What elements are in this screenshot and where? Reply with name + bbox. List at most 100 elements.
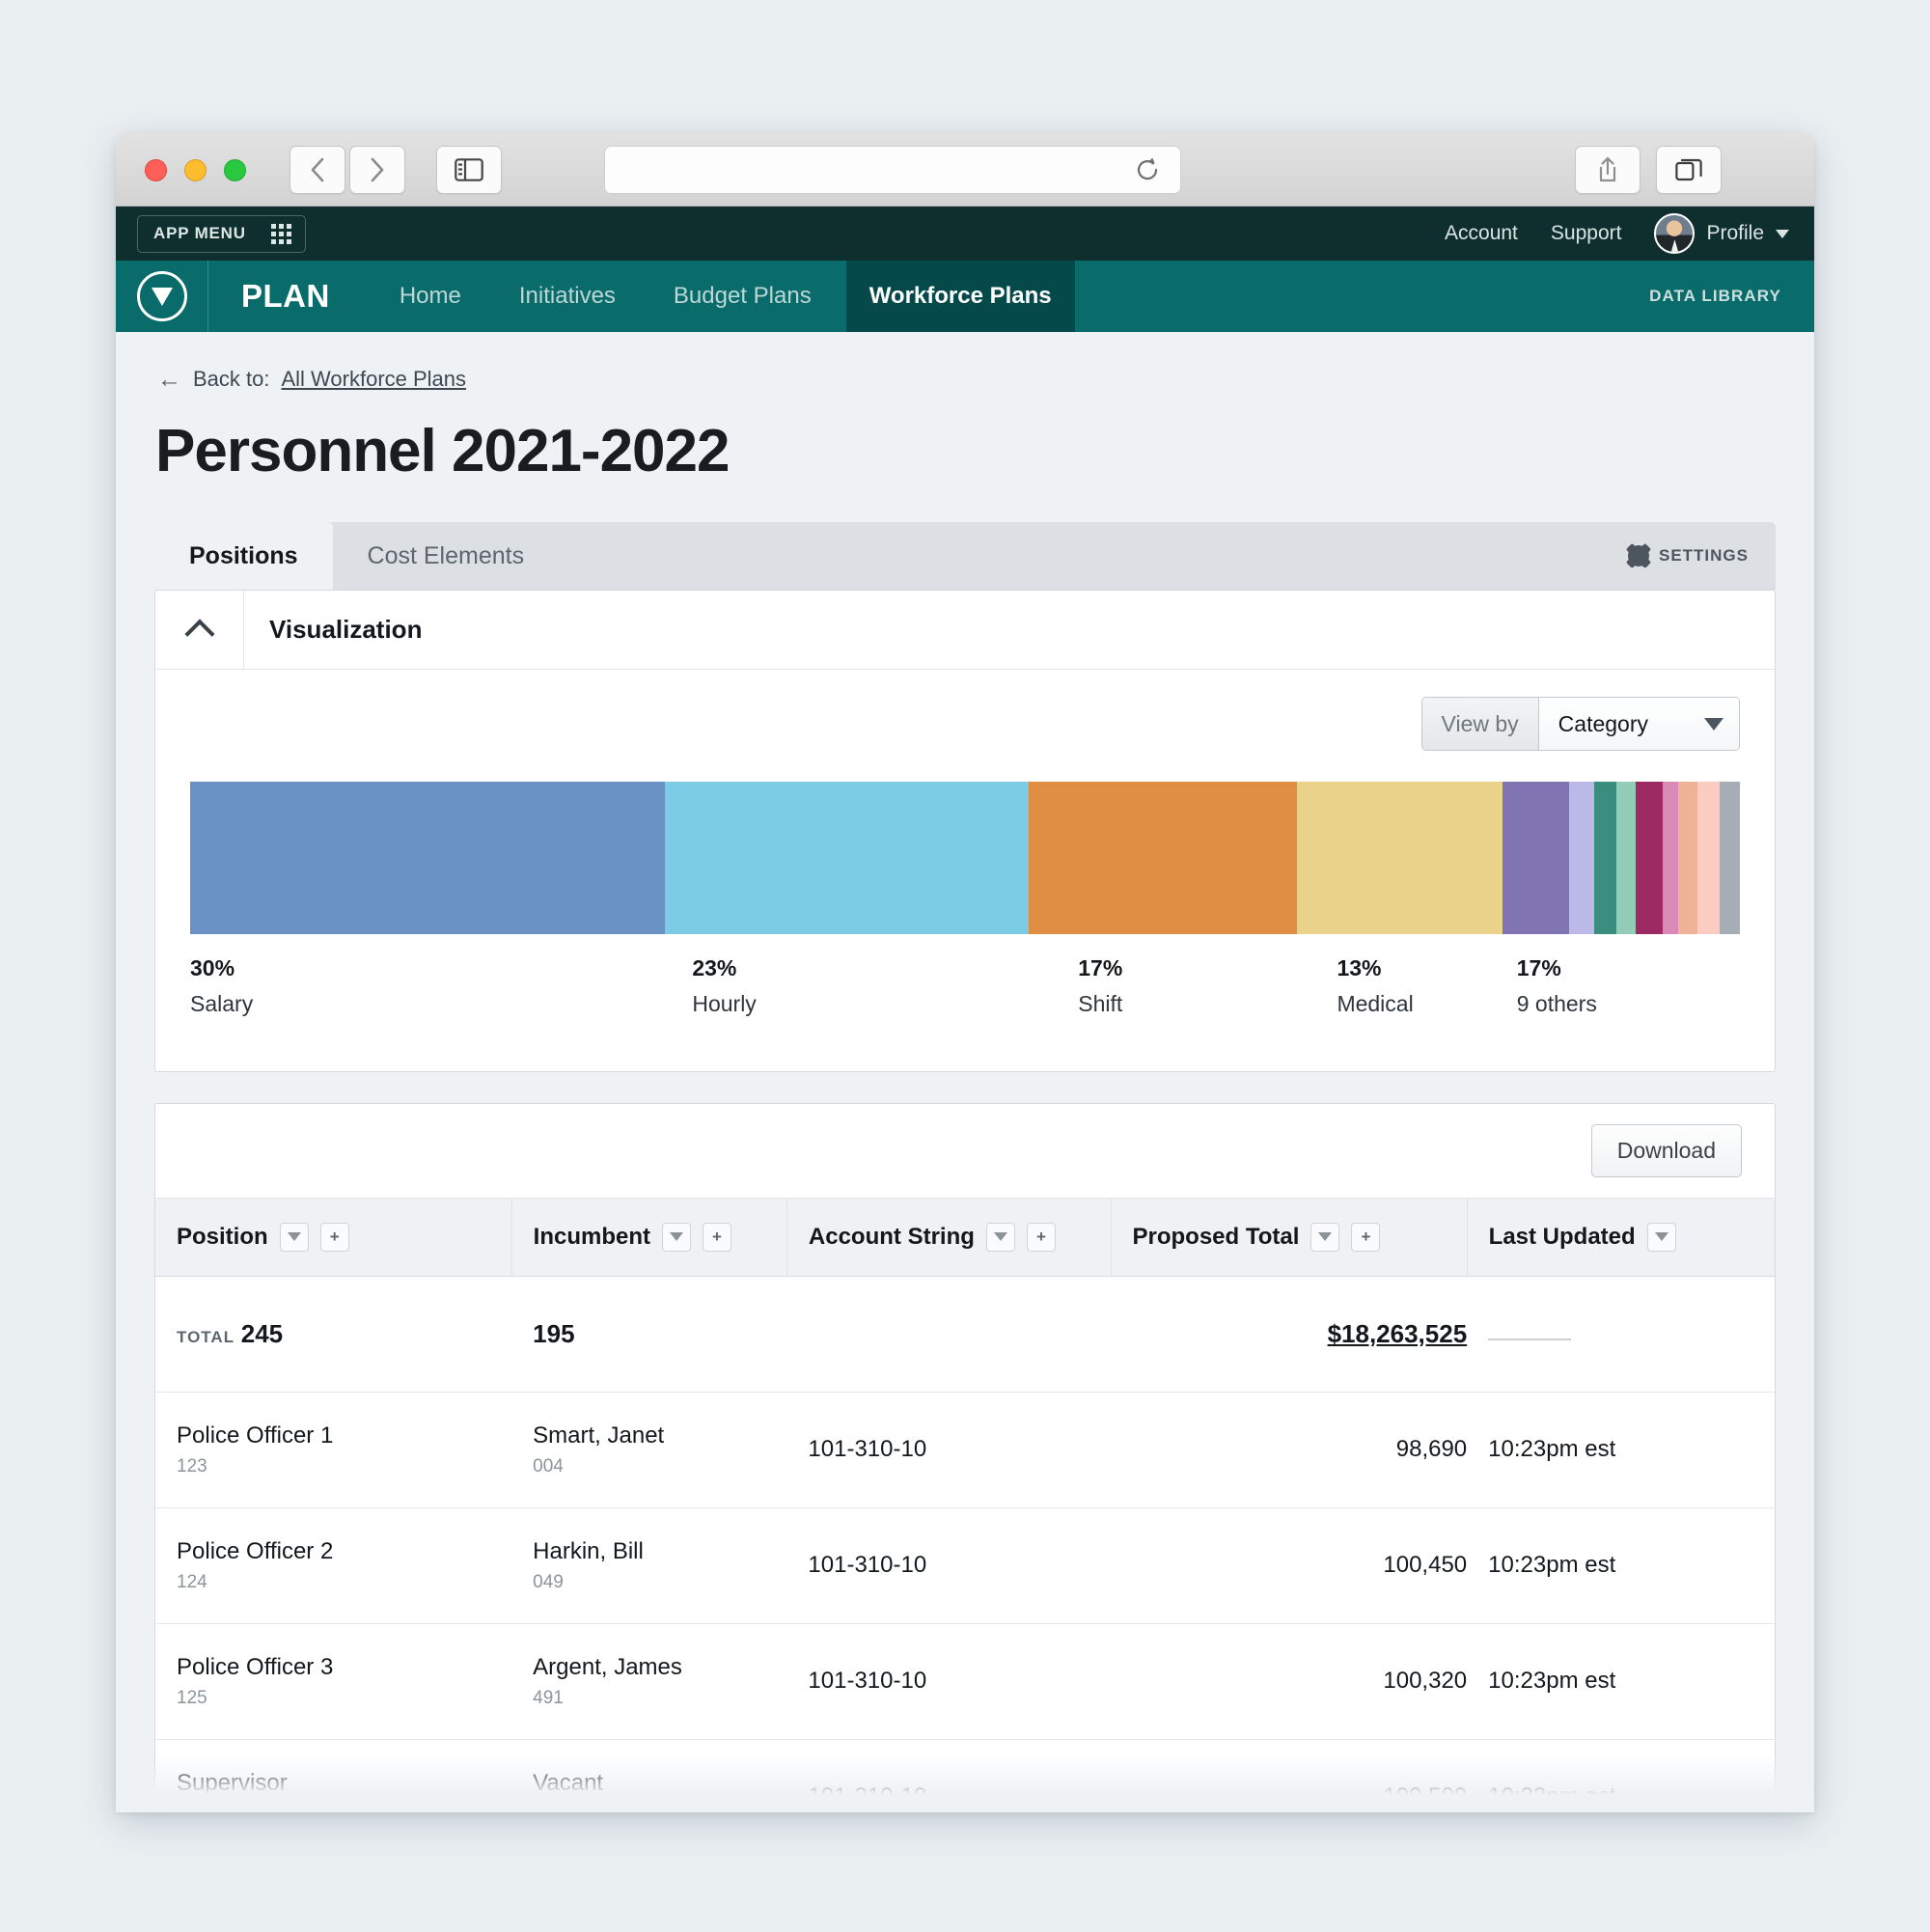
column-last-updated-filter-button[interactable]: [1646, 1222, 1676, 1252]
bar-segment-hourly[interactable]: [664, 782, 1029, 934]
breadcrumb: ← Back to: All Workforce Plans: [154, 332, 1776, 392]
chevron-up-icon: [183, 618, 215, 649]
bar-segment-other-3[interactable]: [1594, 782, 1617, 934]
table-row[interactable]: Supervisor 278 Vacant NA 101-310-10 100,500 10…: [155, 1739, 1775, 1812]
incumbent-name-cell: Harkin, Bill 049: [511, 1507, 787, 1624]
sidebar-toggle-button[interactable]: [436, 146, 502, 194]
column-position[interactable]: Position +: [155, 1199, 512, 1277]
column-incumbent-add-button[interactable]: +: [703, 1222, 731, 1252]
visualization-collapse-button[interactable]: [155, 591, 244, 669]
bar-segment-other-7[interactable]: [1678, 782, 1697, 934]
bar-segment-shift[interactable]: [1028, 782, 1298, 934]
total-position-count: 245: [240, 1318, 284, 1348]
account-link[interactable]: Account: [1445, 222, 1518, 245]
app-menu-button[interactable]: APP MENU: [137, 214, 306, 253]
column-incumbent-filter-button[interactable]: [662, 1222, 691, 1252]
breadcrumb-link[interactable]: All Workforce Plans: [281, 367, 466, 392]
download-button[interactable]: Download: [1590, 1124, 1742, 1177]
maximize-window-button[interactable]: [224, 159, 246, 181]
bar-segment-other-5[interactable]: [1635, 782, 1663, 934]
bar-segment-other-6[interactable]: [1662, 782, 1678, 934]
incumbent-id: 004: [533, 1455, 564, 1477]
column-proposed-total-add-button[interactable]: +: [1351, 1222, 1381, 1252]
column-position-add-button[interactable]: +: [319, 1222, 349, 1252]
table-row[interactable]: Police Officer 3 125 Argent, James 491 101-3…: [155, 1623, 1775, 1740]
table-row[interactable]: Police Officer 1 123 Smart, Janet 004 101-31…: [155, 1392, 1775, 1508]
column-proposed-total[interactable]: Proposed Total +: [1110, 1199, 1468, 1277]
close-window-button[interactable]: [145, 159, 167, 181]
proposed-total: 100,500: [1383, 1783, 1468, 1809]
settings-button[interactable]: SETTINGS: [1627, 522, 1776, 590]
bar-segment-other-2[interactable]: [1568, 782, 1595, 934]
incumbent-name-cell: Argent, James 491: [511, 1623, 787, 1740]
visualization-title: Visualization: [269, 615, 423, 644]
chevron-left-icon: [311, 157, 324, 182]
stacked-bar-chart[interactable]: [190, 782, 1740, 934]
legend-item-hourly: 23% Hourly: [692, 955, 756, 1017]
incumbent-id: NA: [533, 1804, 786, 1813]
reload-icon[interactable]: [1134, 156, 1161, 183]
table-toolbar: Download: [155, 1104, 1775, 1199]
position-name: Police Officer 2: [177, 1537, 334, 1564]
position-name: Police Officer 1: [177, 1421, 334, 1449]
last-updated-cell: 10:23pm est: [1467, 1507, 1775, 1624]
table-header: Position + Incumbent + Account String + …: [155, 1199, 1775, 1277]
view-by-control[interactable]: View by Category: [1420, 697, 1740, 751]
logo-triangle: [151, 287, 173, 306]
column-account-string-add-button[interactable]: +: [1026, 1222, 1056, 1252]
profile-menu[interactable]: Profile: [1654, 213, 1789, 254]
tab-cost-elements[interactable]: Cost Elements: [333, 522, 560, 590]
legend-percent: 23%: [692, 955, 737, 980]
support-link[interactable]: Support: [1551, 222, 1622, 245]
bar-segment-other-9[interactable]: [1719, 782, 1740, 934]
legend-item-9-others: 17% 9 others: [1517, 955, 1597, 1017]
browser-back-button[interactable]: [290, 146, 345, 194]
tab-positions[interactable]: Positions: [154, 522, 333, 590]
column-position-filter-button[interactable]: [279, 1222, 309, 1252]
legend-percent: 17%: [1078, 955, 1123, 980]
browser-forward-button[interactable]: [349, 146, 405, 194]
brand-logo[interactable]: [116, 261, 208, 332]
incumbent-name: Harkin, Bill: [533, 1537, 644, 1564]
view-by-select[interactable]: Category: [1538, 698, 1739, 750]
bar-segment-salary[interactable]: [190, 782, 665, 934]
grid-icon: [270, 223, 291, 244]
table-row[interactable]: Police Officer 2 124 Harkin, Bill 049 101-31…: [155, 1507, 1775, 1624]
nav-item-workforce-plans[interactable]: Workforce Plans: [845, 261, 1075, 332]
chevron-right-icon: [371, 157, 384, 182]
nav-item-initiatives[interactable]: Initiatives: [496, 261, 639, 332]
column-account-string-filter-button[interactable]: [985, 1222, 1015, 1252]
bar-segment-other-8[interactable]: [1696, 782, 1720, 934]
bar-segment-other-1[interactable]: [1503, 782, 1569, 934]
arrow-left-icon: ←: [157, 365, 181, 393]
visualization-card: Visualization View by Category 30% Salary…: [154, 590, 1776, 1072]
column-account-string[interactable]: Account String +: [786, 1199, 1111, 1277]
caret-down-icon: [1318, 1232, 1333, 1242]
position-id: 278: [177, 1804, 511, 1813]
bar-segment-medical[interactable]: [1297, 782, 1503, 934]
total-proposed-total[interactable]: $18,263,525: [1328, 1319, 1468, 1348]
last-updated: 10:23pm est: [1488, 1552, 1616, 1578]
app-menu-label: APP MENU: [153, 224, 246, 242]
minimize-window-button[interactable]: [184, 159, 207, 181]
data-library-link[interactable]: DATA LIBRARY: [1649, 261, 1814, 332]
column-incumbent[interactable]: Incumbent +: [510, 1199, 787, 1277]
table-total-row: TOTAL 245 195 $18,263,525: [155, 1276, 1775, 1393]
column-last-updated[interactable]: Last Updated: [1466, 1199, 1775, 1277]
total-position-cell: TOTAL 245: [155, 1276, 512, 1393]
share-button[interactable]: [1575, 146, 1640, 194]
proposed-total: 98,690: [1395, 1436, 1468, 1462]
page-title: Personnel 2021-2022: [155, 418, 731, 484]
incumbent-name-cell: Vacant NA: [511, 1739, 787, 1813]
column-proposed-total-filter-button[interactable]: [1310, 1222, 1340, 1252]
column-proposed-total-label: Proposed Total: [1132, 1223, 1300, 1250]
bar-segment-other-4[interactable]: [1616, 782, 1636, 934]
nav-item-budget-plans[interactable]: Budget Plans: [650, 261, 835, 332]
caret-down-icon: [287, 1232, 301, 1242]
last-updated: 10:23pm est: [1488, 1668, 1616, 1694]
utility-bar: APP MENU Account Support Profile: [116, 207, 1814, 261]
tab-overview-button[interactable]: [1656, 146, 1722, 194]
visualization-header: Visualization: [155, 591, 1775, 670]
nav-item-home[interactable]: Home: [376, 261, 484, 332]
address-bar[interactable]: [604, 146, 1181, 194]
